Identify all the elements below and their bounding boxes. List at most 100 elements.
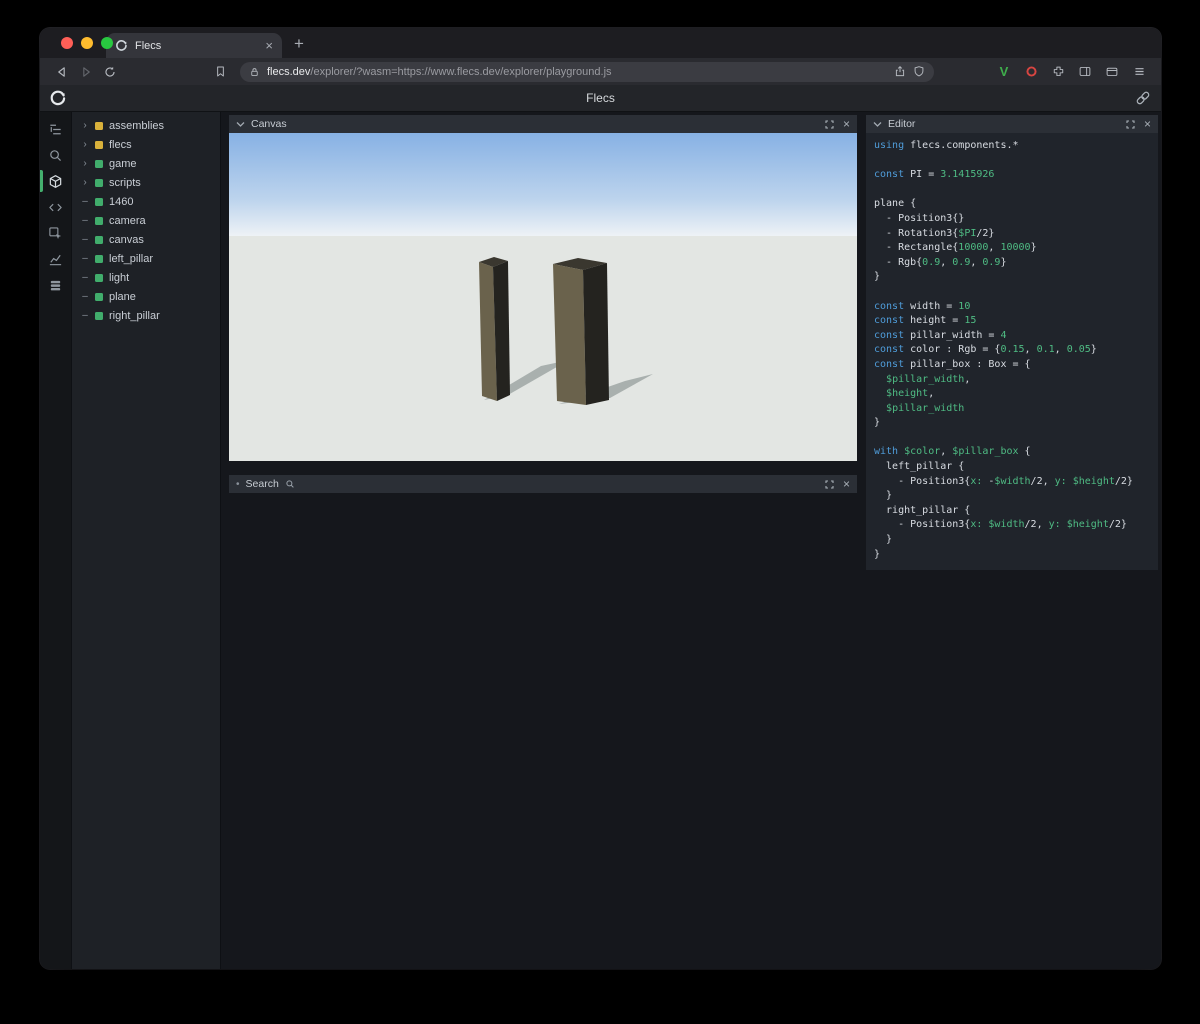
code-line[interactable]: } <box>874 548 1150 563</box>
code-line[interactable]: } <box>874 270 1150 285</box>
close-window-button[interactable] <box>61 37 73 49</box>
close-icon[interactable]: × <box>1144 118 1151 130</box>
zoom-window-button[interactable] <box>101 37 113 49</box>
tree-item-scripts[interactable]: › scripts <box>72 173 220 192</box>
code-line[interactable]: with $color, $pillar_box { <box>874 445 1150 460</box>
leaf-dash-icon[interactable]: – <box>81 215 89 226</box>
code-line[interactable]: - Rgb{0.9, 0.9, 0.9} <box>874 256 1150 271</box>
tree-item-camera[interactable]: – camera <box>72 211 220 230</box>
code-line[interactable]: - Rectangle{10000, 10000} <box>874 241 1150 256</box>
rail-tab-code[interactable] <box>40 194 71 220</box>
brave-shield-icon[interactable] <box>913 65 925 78</box>
page-title: Flecs <box>586 91 615 105</box>
code-line[interactable]: using flecs.components.* <box>874 139 1150 154</box>
right-pillar-left-face <box>553 264 586 405</box>
code-line[interactable]: - Position3{} <box>874 212 1150 227</box>
tree-item-canvas[interactable]: – canvas <box>72 230 220 249</box>
3d-canvas-viewport[interactable] <box>229 133 857 461</box>
rail-tab-inspector[interactable] <box>40 220 71 246</box>
url-bar[interactable]: flecs.dev/explorer/?wasm=https://www.fle… <box>240 61 934 82</box>
rail-tab-commands[interactable] <box>40 272 71 298</box>
code-line[interactable]: plane { <box>874 197 1150 212</box>
leaf-dash-icon[interactable]: – <box>81 272 89 283</box>
browser-tab[interactable]: Flecs × <box>106 33 282 58</box>
app-header: Flecs <box>40 85 1161 112</box>
code-line[interactable]: const width = 10 <box>874 300 1150 315</box>
code-line[interactable]: - Position3{x: -$width/2, y: $height/2} <box>874 475 1150 490</box>
code-line[interactable] <box>874 285 1150 300</box>
leaf-dash-icon[interactable]: – <box>81 253 89 264</box>
code-line[interactable] <box>874 183 1150 198</box>
code-line[interactable]: - Position3{x: $width/2, y: $height/2} <box>874 518 1150 533</box>
collapse-chevron-icon[interactable] <box>236 121 245 128</box>
tree-item-plane[interactable]: – plane <box>72 287 220 306</box>
expand-chevron-icon[interactable]: › <box>81 120 89 131</box>
rail-tab-statistics[interactable] <box>40 246 71 272</box>
wallet-icon[interactable] <box>1100 61 1124 83</box>
flecs-logo-icon[interactable] <box>49 89 67 107</box>
tree-item-flecs[interactable]: › flecs <box>72 135 220 154</box>
extension-v-icon[interactable]: V <box>992 61 1016 83</box>
bookmark-icon[interactable] <box>208 61 232 83</box>
leaf-dash-icon[interactable]: – <box>81 196 89 207</box>
leaf-dash-icon[interactable]: – <box>81 310 89 321</box>
expand-chevron-icon[interactable]: › <box>81 158 89 169</box>
code-line[interactable]: const pillar_width = 4 <box>874 329 1150 344</box>
menu-icon[interactable] <box>1127 61 1151 83</box>
minimize-window-button[interactable] <box>81 37 93 49</box>
reload-button[interactable] <box>98 61 122 83</box>
url-domain: flecs.dev <box>267 65 311 78</box>
rail-tab-entities[interactable] <box>40 168 71 194</box>
tree-item-light[interactable]: – light <box>72 268 220 287</box>
extension-red-icon[interactable] <box>1019 61 1043 83</box>
rail-tab-entity-tree[interactable] <box>40 116 71 142</box>
code-editor[interactable]: using flecs.components.* const PI = 3.14… <box>866 133 1158 570</box>
lock-icon[interactable] <box>249 66 260 78</box>
code-line[interactable]: const PI = 3.1415926 <box>874 168 1150 183</box>
code-line[interactable]: const pillar_box : Box = { <box>874 358 1150 373</box>
code-line[interactable] <box>874 431 1150 446</box>
tree-item-1460[interactable]: – 1460 <box>72 192 220 211</box>
tree-item-assemblies[interactable]: › assemblies <box>72 116 220 135</box>
expand-icon[interactable] <box>825 119 834 129</box>
forward-button[interactable] <box>74 61 98 83</box>
code-line[interactable]: } <box>874 416 1150 431</box>
expand-chevron-icon[interactable]: › <box>81 177 89 188</box>
tree-item-left_pillar[interactable]: – left_pillar <box>72 249 220 268</box>
tree-item-right_pillar[interactable]: – right_pillar <box>72 306 220 325</box>
leaf-dash-icon[interactable]: – <box>81 234 89 245</box>
share-icon[interactable] <box>894 65 906 78</box>
code-line[interactable]: $pillar_width <box>874 402 1150 417</box>
extensions-puzzle-icon[interactable] <box>1046 61 1070 83</box>
code-line[interactable]: const color : Rgb = {0.15, 0.1, 0.05} <box>874 343 1150 358</box>
code-line[interactable]: - Rotation3{$PI/2} <box>874 227 1150 242</box>
code-line[interactable]: right_pillar { <box>874 504 1150 519</box>
entity-color-square <box>95 292 103 301</box>
tree-item-game[interactable]: › game <box>72 154 220 173</box>
code-line[interactable]: const height = 15 <box>874 314 1150 329</box>
expand-icon[interactable] <box>1126 119 1135 129</box>
tab-close-icon[interactable]: × <box>265 39 273 52</box>
code-line[interactable] <box>874 154 1150 169</box>
code-line[interactable]: left_pillar { <box>874 460 1150 475</box>
collapse-chevron-icon[interactable] <box>873 121 882 128</box>
inspector-cursor-icon <box>49 226 62 239</box>
code-line[interactable]: } <box>874 489 1150 504</box>
code-line[interactable]: $pillar_width, <box>874 373 1150 388</box>
leaf-dash-icon[interactable]: – <box>81 291 89 302</box>
expand-chevron-icon[interactable]: › <box>81 139 89 150</box>
code-line[interactable]: } <box>874 533 1150 548</box>
expand-icon[interactable] <box>825 479 834 489</box>
code-line[interactable]: $height, <box>874 387 1150 402</box>
tree-item-label: canvas <box>109 233 144 246</box>
tree-item-label: left_pillar <box>109 252 154 265</box>
close-icon[interactable]: × <box>843 118 850 130</box>
rail-tab-search[interactable] <box>40 142 71 168</box>
collapsed-bullet-icon[interactable]: • <box>236 479 240 490</box>
share-link-icon[interactable] <box>1135 90 1151 106</box>
back-button[interactable] <box>50 61 74 83</box>
close-icon[interactable]: × <box>843 478 850 490</box>
new-tab-button[interactable]: + <box>294 34 304 54</box>
sidebar-toggle-icon[interactable] <box>1073 61 1097 83</box>
tree-item-label: right_pillar <box>109 309 160 322</box>
